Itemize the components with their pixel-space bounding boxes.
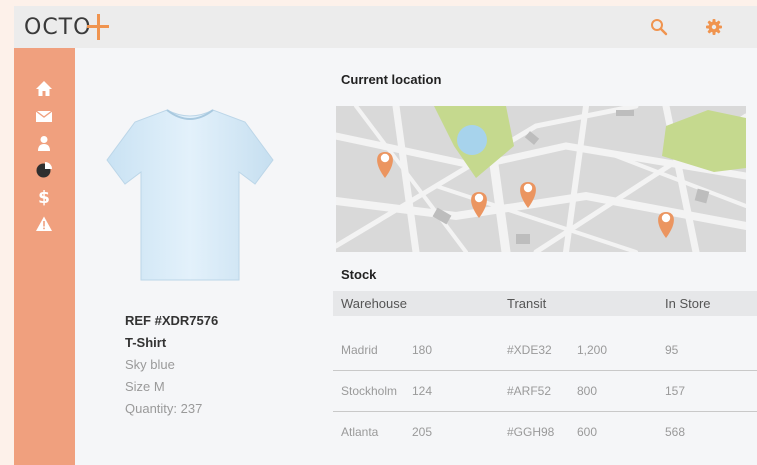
cell-transit-qty: 800 (577, 384, 598, 398)
home-icon[interactable] (35, 80, 53, 98)
mail-icon[interactable] (35, 107, 53, 125)
main-content: REF #XDR7576 T-Shirt Sky blue Size M Qua… (75, 48, 757, 465)
octo-logo[interactable]: OCTO (24, 13, 110, 41)
dollar-icon[interactable]: $ (35, 188, 53, 208)
cell-warehouse-qty: 205 (412, 425, 433, 439)
cell-transit-ref: #GGH98 (507, 425, 555, 439)
gear-icon[interactable] (704, 17, 724, 37)
product-quantity: Quantity: 237 (125, 401, 203, 416)
location-title: Current location (341, 72, 442, 87)
warning-icon[interactable] (35, 215, 53, 233)
product-color: Sky blue (125, 357, 175, 372)
cell-city: Atlanta (341, 425, 379, 439)
row-divider (333, 411, 757, 412)
cell-warehouse-qty: 124 (412, 384, 433, 398)
top-bar: OCTO (14, 6, 757, 48)
location-map[interactable] (336, 106, 746, 252)
pie-chart-icon[interactable] (35, 161, 53, 179)
row-divider (333, 370, 757, 371)
table-row[interactable]: Atlanta 205 #GGH98 600 568 (333, 413, 757, 453)
cell-transit-qty: 1,200 (577, 343, 608, 357)
logo-plus-icon (87, 13, 110, 41)
header-in-store: In Store (665, 296, 711, 311)
product-ref: REF #XDR7576 (125, 313, 219, 328)
cell-transit-qty: 600 (577, 425, 598, 439)
cell-store-qty: 568 (665, 425, 686, 439)
tshirt-image (105, 98, 275, 288)
cell-warehouse-qty: 180 (412, 343, 433, 357)
cell-transit-ref: #ARF52 (507, 384, 552, 398)
stock-title: Stock (341, 267, 377, 282)
table-row[interactable]: Madrid 180 #XDE32 1,200 95 (333, 331, 757, 371)
logo-text: OCTO (24, 14, 92, 40)
search-icon[interactable] (649, 17, 669, 37)
user-icon[interactable] (35, 134, 53, 152)
cell-store-qty: 157 (665, 384, 686, 398)
product-details: REF #XDR7576 T-Shirt Sky blue Size M Qua… (125, 310, 218, 420)
product-name: T-Shirt (125, 335, 167, 350)
header-transit: Transit (507, 296, 547, 311)
product-size: Size M (125, 379, 165, 394)
table-row[interactable]: Stockholm 124 #ARF52 800 157 (333, 372, 757, 412)
app-window: OCTO $ REF #XDR7576 T-Shirt Sky blue Siz… (14, 6, 757, 465)
stock-table-header: Warehouse Transit In Store (333, 291, 757, 316)
header-warehouse: Warehouse (341, 296, 407, 311)
cell-city: Stockholm (341, 384, 398, 398)
cell-store-qty: 95 (665, 343, 679, 357)
sidebar: $ (14, 48, 75, 465)
cell-transit-ref: #XDE32 (507, 343, 552, 357)
svg-text:$: $ (38, 188, 50, 206)
cell-city: Madrid (341, 343, 378, 357)
